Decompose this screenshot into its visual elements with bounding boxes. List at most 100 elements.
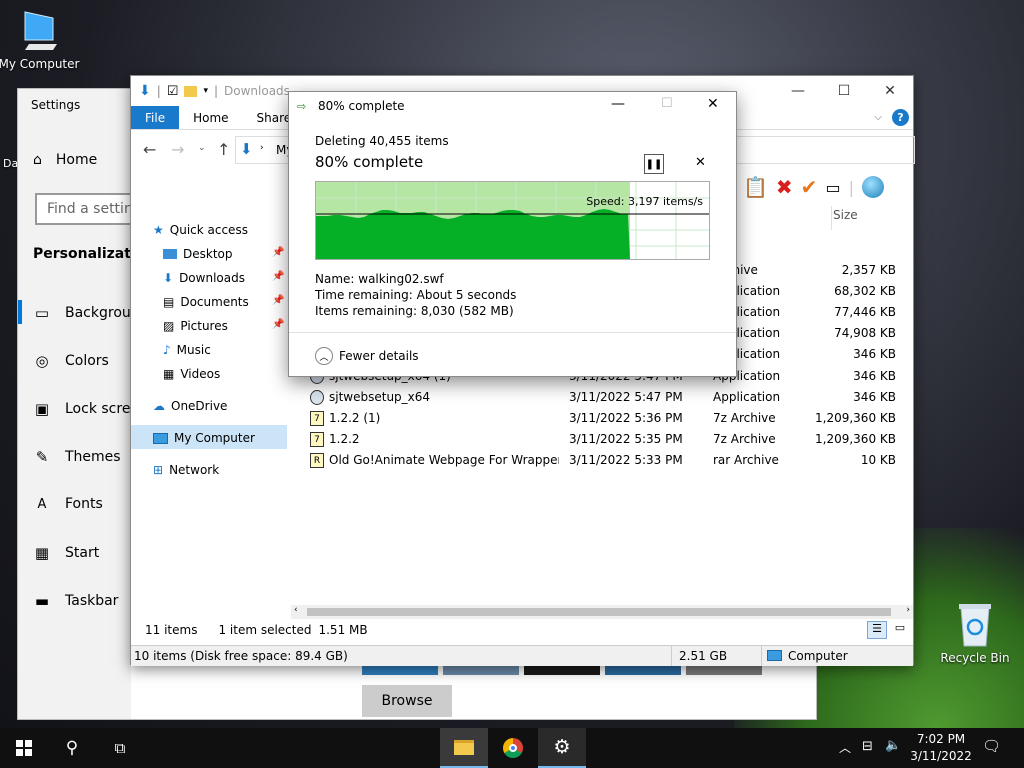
7z-archive-icon: 7 [310,432,324,447]
scroll-left-icon[interactable]: ‹ [294,605,298,615]
settings-nav-label: Colors [65,353,109,369]
fewer-details-button[interactable]: Fewer details [339,349,419,363]
forward-arrow-icon[interactable]: → [171,140,184,159]
scrollbar-thumb[interactable] [307,608,891,616]
desktop-icon-recycle-bin[interactable]: Recycle Bin [933,602,1017,665]
nav-label: My Computer [174,431,255,445]
thumbnail[interactable] [524,665,600,675]
cloud-icon: ☁ [153,399,165,413]
nav-my-computer[interactable]: My Computer [153,427,255,449]
total-size: 2.51 GB [679,649,728,663]
globe-icon[interactable] [861,176,884,198]
settings-nav-themes[interactable]: ✎ Themes [33,448,121,466]
file-type: rar Archive [713,453,779,467]
close-button[interactable]: ✕ [867,76,913,106]
nav-label: Quick access [169,223,248,237]
down-arrow-icon[interactable]: ⬇ [139,83,151,99]
selected-indicator [18,300,22,324]
thumbnail[interactable] [605,665,681,675]
desktop-folder-icon [163,249,177,259]
settings-nav-taskbar[interactable]: ▬ Taskbar [33,592,119,610]
close-button[interactable]: ✕ [707,96,719,112]
clock[interactable]: 7:02 PM 3/11/2022 [908,731,974,765]
nav-pictures[interactable]: ▨ Pictures [163,315,228,337]
details-view-icon[interactable]: ☰ [867,621,887,639]
nav-videos[interactable]: ▦ Videos [163,363,220,385]
gear-icon: ⚙ [553,736,571,758]
checkmark-icon[interactable]: ✔ [801,175,818,199]
maximize-button[interactable]: ☐ [821,76,867,106]
large-icons-view-icon[interactable]: ▭ [891,621,909,639]
status-item-count: 11 items [145,623,198,637]
search-icon[interactable]: ⚲ [48,728,96,768]
start-button[interactable] [0,728,48,768]
minimize-button[interactable]: — [775,76,821,106]
window-title: Downloads [224,84,290,98]
settings-home-link[interactable]: ⌂ Home [33,152,97,168]
file-name: 1.2.2 [329,432,360,446]
chrome-taskbar-button[interactable] [489,728,537,768]
settings-taskbar-button[interactable]: ⚙ [538,728,586,768]
chevron-up-icon[interactable]: ︿ [315,347,333,365]
browse-button[interactable]: Browse [362,685,452,717]
pin-icon[interactable]: 📌 [272,247,284,258]
disk-free-space: 10 items (Disk free space: 89.4 GB) [134,649,348,663]
nav-music[interactable]: ♪ Music [163,339,211,361]
back-arrow-icon[interactable]: ← [143,140,156,159]
operation-description: Deleting 40,455 items [315,134,449,148]
column-header-size[interactable]: Size [833,208,858,222]
volume-icon[interactable]: 🔈 [885,738,901,753]
lock-screen-icon: ▣ [34,400,50,418]
thumbnail[interactable] [686,665,762,675]
nav-quick-access[interactable]: ★ Quick access [153,219,248,241]
scroll-right-icon[interactable]: › [906,605,910,615]
properties-icon[interactable]: ☑ [167,84,179,99]
settings-nav-start[interactable]: ▦ Start [33,544,99,562]
tab-home[interactable]: Home [179,106,242,129]
expand-ribbon-icon[interactable]: ⌵ [874,112,882,123]
desktop-icon-my-computer[interactable]: My Computer [0,10,81,71]
pin-icon[interactable]: 📌 [272,319,284,330]
minimize-button[interactable]: — [611,96,625,112]
table-row[interactable]: sjtwebsetup_x64 3/11/2022 5:47 PM Applic… [308,387,908,408]
up-arrow-icon[interactable]: ↑ [217,140,230,159]
nav-desktop[interactable]: Desktop [163,243,233,265]
status-bar: 11 items 1 item selected 1.51 MB ☰ ▭ [131,619,913,641]
pin-icon[interactable]: 📌 [272,295,284,306]
chevron-up-icon[interactable]: ︿ [839,739,851,756]
taskbar-icon: ▬ [34,592,50,610]
network-icon[interactable]: ⊟ [862,739,873,754]
tab-file[interactable]: File [131,106,180,129]
help-icon[interactable]: ? [892,109,909,126]
pin-icon[interactable]: 📌 [272,271,284,282]
file-explorer-taskbar-button[interactable] [440,728,488,768]
nav-onedrive[interactable]: ☁ OneDrive [153,395,227,417]
nav-downloads[interactable]: ⬇ Downloads [163,267,245,289]
horizontal-scrollbar[interactable]: ‹ › [291,605,913,619]
rename-icon[interactable]: ▭ [825,178,840,197]
thumbnail[interactable] [362,665,438,675]
pause-button[interactable]: ❚❚ [644,154,664,174]
task-view-icon[interactable]: ⧉ [96,728,144,768]
new-folder-icon[interactable] [184,85,198,97]
secondary-status-bar: 10 items (Disk free space: 89.4 GB) 2.51… [131,645,913,666]
table-row[interactable]: R Old Go!Animate Webpage For Wrapper 2..… [308,450,908,471]
items-remaining: Items remaining: 8,030 (582 MB) [315,304,514,318]
delete-icon[interactable]: ✖ [776,175,793,199]
file-type: Application [713,390,781,404]
table-row[interactable]: 7 1.2.2 3/11/2022 5:35 PM 7z Archive 1,2… [308,429,908,450]
dialog-footer: ︿ Fewer details [289,332,736,378]
customize-qat-icon[interactable]: ▾ [203,86,208,96]
thumbnail[interactable] [443,665,519,675]
recent-locations-icon[interactable]: ⌄ [198,143,206,153]
clipboard-icon[interactable]: 📋 [743,175,768,199]
settings-nav-colors[interactable]: ◎ Colors [33,352,109,370]
table-row[interactable]: 7 1.2.2 (1) 3/11/2022 5:36 PM 7z Archive… [308,408,908,429]
nav-documents[interactable]: ▤ Documents [163,291,249,313]
notifications-icon[interactable]: 🗨 [982,737,1001,755]
computer-icon [153,432,168,444]
nav-network[interactable]: ⊞ Network [153,459,219,481]
settings-nav-fonts[interactable]: A Fonts [33,496,103,512]
nav-label: Pictures [180,319,228,333]
cancel-button[interactable]: ✕ [695,155,706,170]
